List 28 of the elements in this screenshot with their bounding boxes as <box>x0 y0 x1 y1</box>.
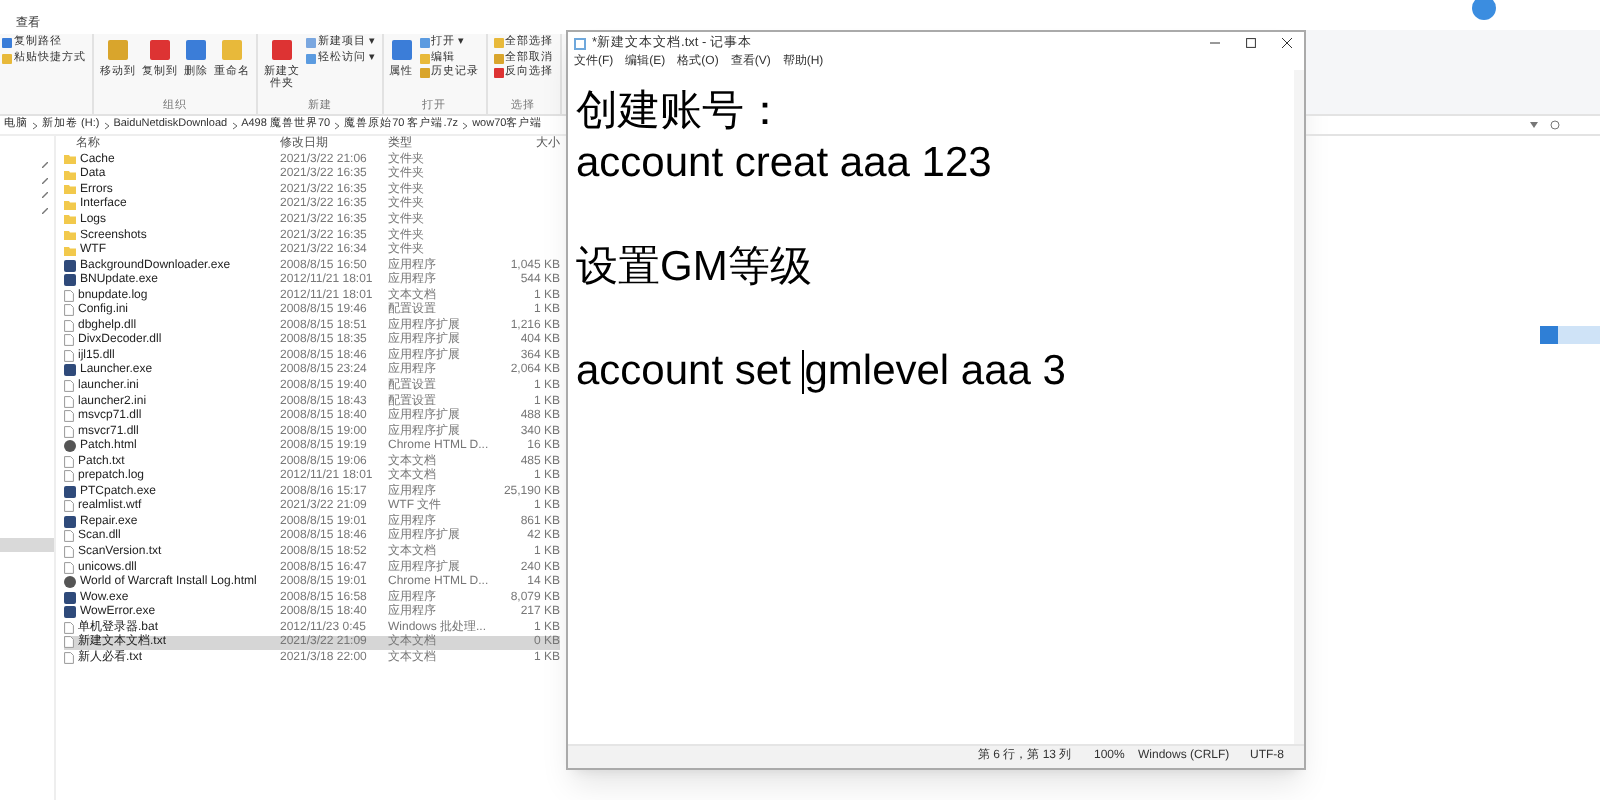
floating-widget[interactable] <box>1540 326 1600 344</box>
toolbar-icon <box>220 38 244 62</box>
text-line: account set gmlevel aaa 3 <box>576 346 1066 398</box>
toolbar-icon <box>184 38 208 62</box>
minimize-icon[interactable] <box>1210 38 1220 48</box>
chevron-icon <box>334 121 341 129</box>
avatar-icon[interactable] <box>1471 0 1495 20</box>
document-icon <box>64 500 74 513</box>
dropdown-icon[interactable] <box>1530 122 1538 128</box>
text-line: account creat aaa 123 <box>576 140 992 186</box>
text-line: 设置GM等级 <box>576 244 812 290</box>
scrollbar[interactable] <box>1294 70 1304 744</box>
close-icon[interactable] <box>1282 38 1292 48</box>
toolbar-icon <box>270 38 294 62</box>
text-cursor <box>802 350 805 394</box>
toolbar-icon <box>106 38 130 62</box>
chevron-icon <box>462 121 469 129</box>
chevron-icon <box>231 121 238 129</box>
maximize-icon[interactable] <box>1246 38 1256 48</box>
chevron-icon <box>32 121 38 129</box>
toolbar-icon <box>389 38 414 62</box>
text-line: 创建账号： <box>576 88 786 134</box>
notepad-icon <box>574 37 586 49</box>
app-icon <box>64 515 76 528</box>
toolbar-icon <box>148 38 172 62</box>
app-icon <box>64 364 76 377</box>
app-icon <box>64 485 76 498</box>
chevron-icon <box>103 121 110 129</box>
